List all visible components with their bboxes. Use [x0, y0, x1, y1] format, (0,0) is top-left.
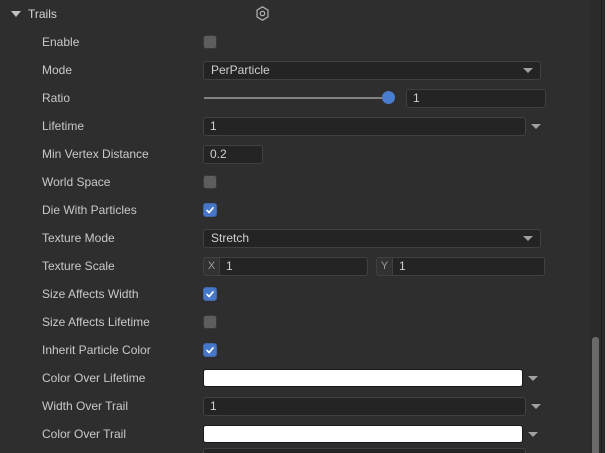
- row-color-over-trail: Color Over Trail: [0, 420, 605, 448]
- lifetime-curve-dropdown-icon[interactable]: [531, 124, 541, 129]
- ratio-value: 1: [413, 91, 420, 105]
- color-over-trail-gradient-swatch[interactable]: [203, 425, 523, 443]
- world-space-checkbox[interactable]: [203, 175, 217, 189]
- width-over-trail-curve-dropdown-icon[interactable]: [531, 404, 541, 409]
- row-size-affects-lifetime: Size Affects Lifetime: [0, 308, 605, 336]
- row-min-vertex-distance: Min Vertex Distance 0.2: [0, 140, 605, 168]
- size-affects-width-checkbox[interactable]: [203, 287, 217, 301]
- row-die-with-particles: Die With Particles: [0, 196, 605, 224]
- row-width-over-trail: Width Over Trail 1: [0, 392, 605, 420]
- module-title[interactable]: Trails: [28, 7, 57, 21]
- min-vertex-distance-value: 0.2: [210, 147, 227, 161]
- row-lifetime: Lifetime 1: [0, 112, 605, 140]
- mode-label: Mode: [0, 63, 203, 77]
- lifetime-value: 1: [210, 119, 217, 133]
- chevron-down-icon: [523, 236, 533, 241]
- color-over-lifetime-label: Color Over Lifetime: [0, 371, 203, 385]
- mode-dropdown-value: PerParticle: [211, 63, 523, 77]
- next-field-partial[interactable]: [203, 448, 526, 453]
- row-mode: Mode PerParticle: [0, 56, 605, 84]
- row-size-affects-width: Size Affects Width: [0, 280, 605, 308]
- row-texture-mode: Texture Mode Stretch: [0, 224, 605, 252]
- enable-label: Enable: [0, 35, 203, 49]
- min-vertex-distance-label: Min Vertex Distance: [0, 147, 203, 161]
- trails-properties: Enable Mode PerParticle Ratio: [0, 28, 605, 453]
- texture-scale-y-field[interactable]: Y 1: [376, 257, 545, 276]
- color-over-lifetime-dropdown-icon[interactable]: [528, 376, 538, 381]
- ratio-slider[interactable]: [203, 84, 395, 112]
- foldout-triangle-icon[interactable]: [11, 11, 21, 17]
- row-texture-scale: Texture Scale X 1 Y 1: [0, 252, 605, 280]
- preset-icon: [254, 5, 271, 22]
- texture-scale-x-value[interactable]: 1: [220, 258, 367, 275]
- row-enable: Enable: [0, 28, 605, 56]
- size-affects-width-label: Size Affects Width: [0, 287, 203, 301]
- size-affects-lifetime-label: Size Affects Lifetime: [0, 315, 203, 329]
- color-over-lifetime-gradient-swatch[interactable]: [203, 369, 523, 387]
- inherit-particle-color-label: Inherit Particle Color: [0, 343, 203, 357]
- texture-scale-y-value[interactable]: 1: [393, 258, 544, 275]
- row-ratio: Ratio 1: [0, 84, 605, 112]
- inherit-particle-color-checkbox[interactable]: [203, 343, 217, 357]
- ratio-label: Ratio: [0, 91, 203, 105]
- preset-button[interactable]: [254, 5, 271, 22]
- panel-right-edge: [601, 0, 605, 453]
- texture-mode-dropdown[interactable]: Stretch: [203, 229, 541, 248]
- texture-mode-dropdown-value: Stretch: [211, 231, 523, 245]
- texture-scale-label: Texture Scale: [0, 259, 203, 273]
- row-inherit-particle-color: Inherit Particle Color: [0, 336, 605, 364]
- min-vertex-distance-field[interactable]: 0.2: [203, 145, 263, 164]
- size-affects-lifetime-checkbox[interactable]: [203, 315, 217, 329]
- ratio-slider-track[interactable]: [204, 97, 390, 99]
- check-icon: [205, 289, 215, 299]
- check-icon: [205, 345, 215, 355]
- next-row-partial: [0, 448, 605, 453]
- texture-scale-x-field[interactable]: X 1: [203, 257, 368, 276]
- ratio-value-field[interactable]: 1: [406, 89, 546, 108]
- texture-mode-label: Texture Mode: [0, 231, 203, 245]
- die-with-particles-checkbox[interactable]: [203, 203, 217, 217]
- chevron-down-icon: [523, 68, 533, 73]
- y-axis-prefix: Y: [377, 258, 393, 275]
- enable-checkbox[interactable]: [203, 35, 217, 49]
- lifetime-label: Lifetime: [0, 119, 203, 133]
- check-icon: [205, 205, 215, 215]
- color-over-trail-dropdown-icon[interactable]: [528, 432, 538, 437]
- mode-dropdown[interactable]: PerParticle: [203, 61, 541, 80]
- die-with-particles-label: Die With Particles: [0, 203, 203, 217]
- vertical-scrollbar-track[interactable]: [590, 0, 601, 453]
- width-over-trail-label: Width Over Trail: [0, 399, 203, 413]
- vertical-scrollbar-thumb[interactable]: [592, 337, 599, 453]
- row-color-over-lifetime: Color Over Lifetime: [0, 364, 605, 392]
- lifetime-field[interactable]: 1: [203, 117, 526, 136]
- trails-module-panel: Trails Enable Mode: [0, 0, 605, 453]
- x-axis-prefix: X: [204, 258, 220, 275]
- world-space-label: World Space: [0, 175, 203, 189]
- width-over-trail-field[interactable]: 1: [203, 397, 526, 416]
- ratio-slider-thumb[interactable]: [382, 91, 395, 104]
- color-over-trail-label: Color Over Trail: [0, 427, 203, 441]
- row-world-space: World Space: [0, 168, 605, 196]
- width-over-trail-value: 1: [210, 399, 217, 413]
- trails-header[interactable]: Trails: [0, 0, 605, 28]
